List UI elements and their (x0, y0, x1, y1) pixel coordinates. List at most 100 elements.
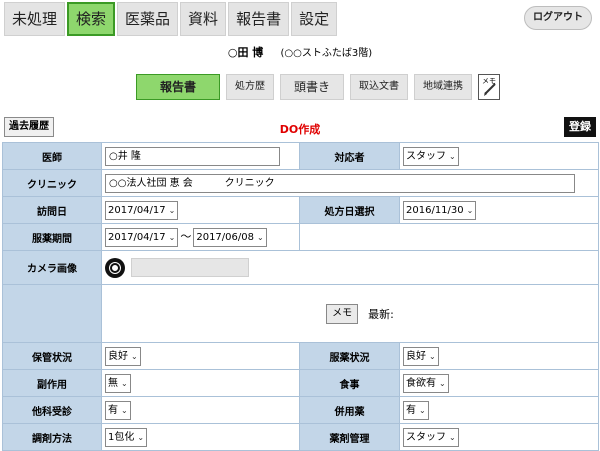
chevron-down-icon: ⌄ (419, 405, 426, 415)
form-row: 医師 ○井 隆 対応者 スタッフ ⌄ (2, 142, 599, 170)
visit-date-select[interactable]: 2017/04/17 ⌄ (105, 200, 179, 220)
camera-label: カメラ画像 (2, 250, 102, 285)
chevron-down-icon: ⌄ (256, 232, 264, 242)
responder-select[interactable]: スタッフ ⌄ (403, 146, 459, 166)
chevron-down-icon: ⌄ (137, 432, 145, 442)
meals-cell: 食欲有 ⌄ (399, 369, 599, 397)
memo-label (2, 284, 102, 343)
other-clinic-label: 他科受診 (2, 396, 102, 424)
subtab-regional[interactable]: 地域連携 (414, 74, 472, 100)
register-button[interactable]: 登録 (564, 117, 596, 137)
doctor-input[interactable]: ○井 隆 (105, 146, 280, 166)
visit-date-label: 訪問日 (2, 196, 102, 224)
memo-row: メモ 最新: (105, 303, 595, 324)
clinic-label: クリニック (2, 169, 102, 197)
dispensing-select[interactable]: 1包化 ⌄ (105, 427, 148, 447)
responder-cell: スタッフ ⌄ (399, 142, 599, 170)
side-effects-select[interactable]: 無 ⌄ (105, 373, 131, 393)
drug-mgmt-value: スタッフ (406, 431, 446, 443)
responder-label: 対応者 (299, 142, 400, 170)
other-clinic-value: 有 (108, 404, 118, 416)
form-row: 調剤方法 1包化 ⌄ 薬剤管理 スタッフ ⌄ (2, 423, 599, 451)
memo-icon[interactable]: メモ (478, 74, 500, 100)
clinic-input[interactable]: ○○法人社団 恵 会 クリニック (105, 173, 575, 193)
clinic-cell: ○○法人社団 恵 会 クリニック (101, 169, 599, 197)
memo-latest: 最新: (368, 307, 394, 321)
meals-select[interactable]: 食欲有 ⌄ (403, 373, 449, 393)
visit-date-value: 2017/04/17 (108, 204, 166, 216)
side-effects-value: 無 (108, 377, 118, 389)
period-tilde: 〜 (180, 229, 192, 243)
period-to-select[interactable]: 2017/06/08 ⌄ (193, 227, 267, 247)
chevron-down-icon: ⌄ (439, 378, 446, 388)
doctor-label: 医師 (2, 142, 102, 170)
empty-cell (299, 223, 599, 251)
main-tabs: 未処理 検索 医薬品 資料 報告書 設定 (4, 2, 338, 36)
memo-button[interactable]: メモ (326, 303, 359, 324)
chevron-down-icon: ⌄ (466, 205, 474, 215)
drug-mgmt-select[interactable]: スタッフ ⌄ (403, 427, 459, 447)
medication-period-cell: 2017/04/17 ⌄ 〜 2017/06/08 ⌄ (101, 223, 300, 251)
med-status-cell: 良好 ⌄ (399, 342, 599, 370)
subtab-report[interactable]: 報告書 (136, 74, 220, 100)
camera-control (105, 257, 249, 278)
chevron-down-icon: ⌄ (168, 232, 176, 242)
form-row: 他科受診 有 ⌄ 併用薬 有 ⌄ (2, 396, 599, 424)
memo-cell: メモ 最新: (101, 284, 599, 343)
meals-value: 食欲有 (406, 377, 436, 389)
logout-button[interactable]: ログアウト (524, 6, 592, 30)
other-clinic-select[interactable]: 有 ⌄ (105, 400, 131, 420)
top-navigation: 未処理 検索 医薬品 資料 報告書 設定 ログアウト (0, 0, 600, 38)
camera-image-field[interactable] (131, 258, 249, 277)
camera-cell (101, 250, 599, 285)
chevron-down-icon: ⌄ (121, 378, 128, 388)
tab-unprocessed[interactable]: 未処理 (4, 2, 66, 36)
period-from-select[interactable]: 2017/04/17 ⌄ (105, 227, 179, 247)
subtab-prescription-history[interactable]: 処方歴 (226, 74, 274, 100)
prescription-date-label: 処方日選択 (299, 196, 400, 224)
form-row: 服薬期間 2017/04/17 ⌄ 〜 2017/06/08 ⌄ (2, 223, 599, 251)
med-status-select[interactable]: 良好 ⌄ (403, 346, 439, 366)
chevron-down-icon: ⌄ (449, 432, 456, 442)
side-effects-cell: 無 ⌄ (101, 369, 300, 397)
concomitant-value: 有 (406, 404, 416, 416)
other-clinic-cell: 有 ⌄ (101, 396, 300, 424)
concomitant-cell: 有 ⌄ (399, 396, 599, 424)
camera-icon[interactable] (105, 257, 125, 278)
subtab-header-note[interactable]: 頭書き (280, 74, 344, 100)
period-from-value: 2017/04/17 (108, 231, 166, 243)
period-to-value: 2017/06/08 (196, 231, 254, 243)
chevron-down-icon: ⌄ (429, 351, 436, 361)
form-row: メモ 最新: (2, 284, 599, 343)
chevron-down-icon: ⌄ (449, 151, 456, 161)
prescription-date-value: 2016/11/30 (406, 204, 464, 216)
tab-settings[interactable]: 設定 (291, 2, 338, 36)
storage-select[interactable]: 良好 ⌄ (105, 346, 141, 366)
concomitant-select[interactable]: 有 ⌄ (403, 400, 429, 420)
drug-mgmt-label: 薬剤管理 (299, 423, 400, 451)
side-effects-label: 副作用 (2, 369, 102, 397)
patient-location: (○○ストふたば3階) (280, 48, 373, 59)
form-row: クリニック ○○法人社団 恵 会 クリニック (2, 169, 599, 197)
responder-value: スタッフ (406, 150, 446, 162)
pencil-icon (484, 83, 496, 96)
doctor-cell: ○井 隆 (101, 142, 300, 170)
tab-search[interactable]: 検索 (67, 2, 116, 36)
subtab-imported-docs[interactable]: 取込文書 (350, 74, 408, 100)
page-title: DO作成 (279, 123, 321, 136)
dispensing-cell: 1包化 ⌄ (101, 423, 300, 451)
tab-reports[interactable]: 報告書 (228, 2, 290, 36)
form-row: 訪問日 2017/04/17 ⌄ 処方日選択 2016/11/30 ⌄ (2, 196, 599, 224)
med-status-value: 良好 (406, 350, 426, 362)
tab-medicines[interactable]: 医薬品 (117, 2, 179, 36)
chevron-down-icon: ⌄ (168, 205, 176, 215)
storage-label: 保管状況 (2, 342, 102, 370)
tab-materials[interactable]: 資料 (180, 2, 227, 36)
form-row: カメラ画像 (2, 250, 599, 285)
prescription-date-select[interactable]: 2016/11/30 ⌄ (403, 200, 477, 220)
dispensing-label: 調剤方法 (2, 423, 102, 451)
patient-name: ○田 博 (227, 46, 264, 59)
prescription-date-cell: 2016/11/30 ⌄ (399, 196, 599, 224)
dispensing-value: 1包化 (108, 431, 135, 443)
concomitant-label: 併用薬 (299, 396, 400, 424)
